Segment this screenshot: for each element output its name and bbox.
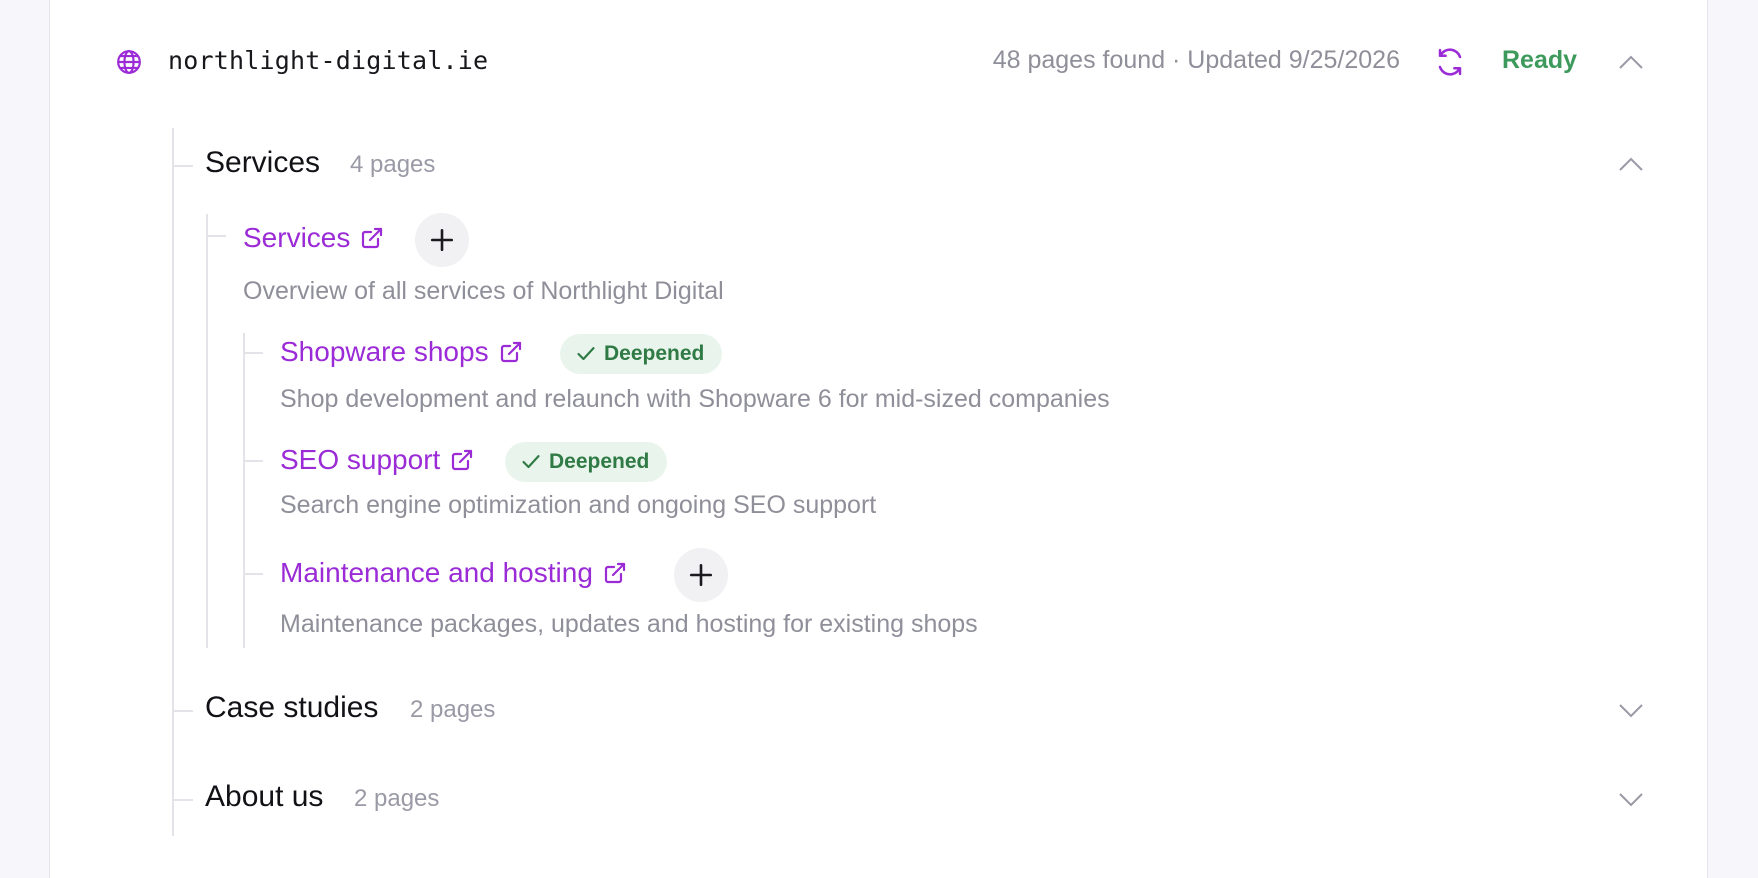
external-link-icon[interactable] [450, 448, 474, 472]
tree-branch-case-studies [174, 710, 193, 712]
deepened-badge: Deepened [505, 442, 668, 482]
tree-branch-services [174, 165, 193, 167]
site-row[interactable]: northlight-digital.ie 48 pages found · U… [50, 0, 1707, 128]
tree-branch-shopware [245, 352, 263, 354]
page-description: Overview of all services of Northlight D… [243, 277, 724, 305]
page-link-maintenance-hosting[interactable]: Maintenance and hosting [280, 557, 627, 589]
group-title[interactable]: Services [205, 146, 320, 180]
plus-icon [430, 228, 454, 252]
chevron-down-icon[interactable] [1618, 792, 1644, 808]
group-count: 2 pages [410, 696, 496, 723]
badge-label: Deepened [604, 342, 705, 365]
globe-icon [117, 50, 141, 74]
page-title[interactable]: Services [243, 222, 350, 254]
badge-label: Deepened [549, 450, 650, 473]
external-link-icon[interactable] [499, 340, 523, 364]
tree-line-services [206, 214, 208, 648]
tree-line-services-children [243, 333, 245, 648]
group-count: 4 pages [350, 151, 436, 178]
page-link-shopware-shops[interactable]: Shopware shops [280, 336, 523, 368]
tree-branch-seo [245, 460, 263, 462]
page-title[interactable]: SEO support [280, 444, 440, 476]
external-link-icon[interactable] [603, 561, 627, 585]
group-count: 2 pages [354, 785, 440, 812]
chevron-up-icon[interactable] [1618, 156, 1644, 172]
check-icon [522, 455, 540, 469]
add-button[interactable] [415, 213, 469, 267]
refresh-icon[interactable] [1435, 47, 1465, 77]
sitemap-card: northlight-digital.ie 48 pages found · U… [49, 0, 1708, 878]
page-link-seo-support[interactable]: SEO support [280, 444, 474, 476]
status-label: Ready [1502, 46, 1578, 74]
group-title[interactable]: About us [205, 780, 323, 814]
tree-line-root [172, 128, 174, 836]
chevron-up-icon[interactable] [1618, 54, 1644, 70]
page-description: Maintenance packages, updates and hostin… [280, 610, 978, 638]
tree-branch-maintenance [245, 573, 263, 575]
tree-branch-about-us [174, 799, 193, 801]
page-description: Shop development and relaunch with Shopw… [280, 385, 1110, 413]
check-icon [577, 347, 595, 361]
external-link-icon[interactable] [360, 226, 384, 250]
group-title[interactable]: Case studies [205, 691, 378, 725]
tree-branch-services-page [208, 235, 226, 237]
page-title[interactable]: Maintenance and hosting [280, 557, 593, 589]
add-button[interactable] [674, 548, 728, 602]
plus-icon [689, 563, 713, 587]
deepened-badge: Deepened [560, 334, 723, 374]
site-domain: northlight-digital.ie [168, 46, 489, 75]
chevron-down-icon[interactable] [1618, 703, 1644, 719]
page-description: Search engine optimization and ongoing S… [280, 491, 877, 519]
page-link-services[interactable]: Services [243, 222, 384, 254]
site-meta: 48 pages found · Updated 9/25/2026 [992, 46, 1400, 74]
page-title[interactable]: Shopware shops [280, 336, 489, 368]
